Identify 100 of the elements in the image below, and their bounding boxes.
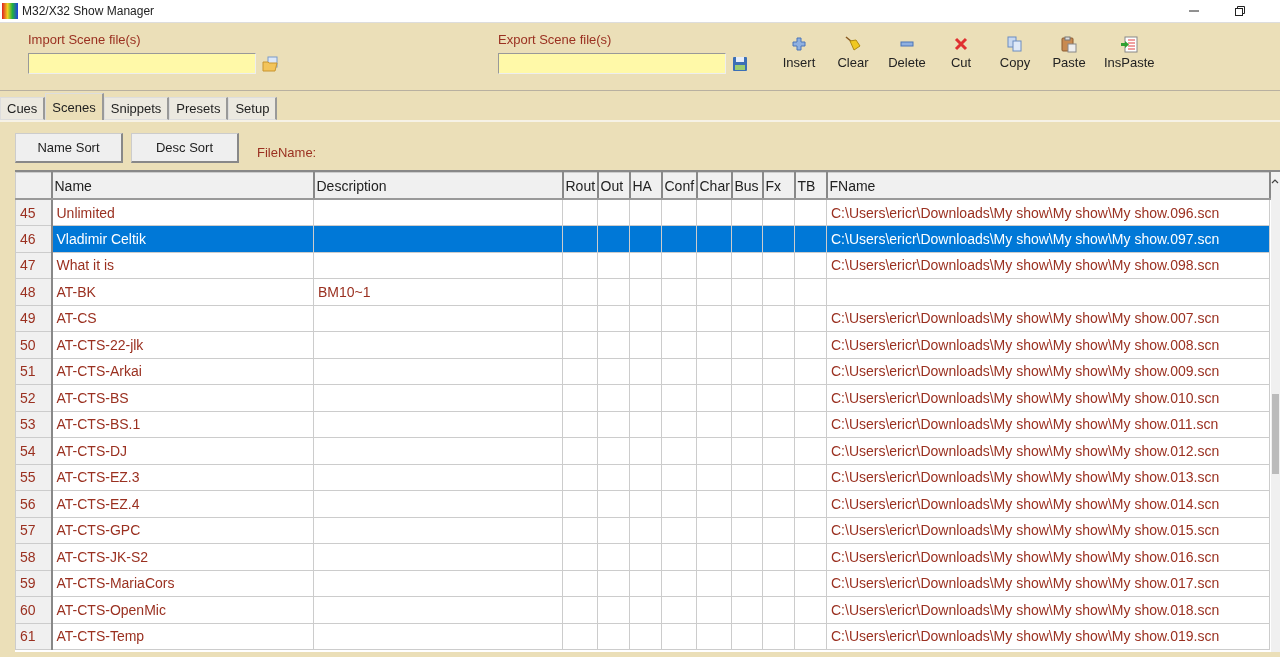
column-header[interactable]: HA — [629, 172, 662, 199]
export-field[interactable] — [498, 53, 726, 74]
table-cell: AT-BK — [51, 278, 314, 305]
table-cell: Vladimir Celtik — [51, 225, 314, 252]
row-number: 56 — [15, 490, 52, 517]
import-label: Import Scene file(s) — [28, 31, 142, 48]
table-cell: C:\Users\ericr\Downloads\My show\My show\My show.012.scn — [826, 437, 1270, 464]
table-cell: C:\Users\ericr\Downloads\My show\My show\My show.016.scn — [826, 543, 1270, 570]
table-row[interactable]: 46 Vladimir Celtik C:\Users\ericr\Downloads\My show\My show\My show.097.scn — [15, 225, 1270, 252]
table-cell: C:\Users\ericr\Downloads\My show\My show\My show.015.scn — [826, 517, 1270, 544]
table-cell: AT-CTS-DJ — [51, 437, 314, 464]
table-cell: AT-CTS-22-jlk — [51, 331, 314, 358]
table-cell: AT-CTS-EZ.3 — [51, 464, 314, 491]
row-number: 48 — [15, 278, 52, 305]
table-cell: C:\Users\ericr\Downloads\My show\My show\My show.018.scn — [826, 596, 1270, 623]
column-header[interactable]: Char — [696, 172, 732, 199]
table-row[interactable]: 45 Unlimited C:\Users\ericr\Downloads\My show\My show\My show.096.scn — [15, 199, 1270, 226]
row-number: 53 — [15, 411, 52, 438]
row-number: 47 — [15, 252, 52, 279]
tab[interactable]: Presets — [169, 97, 229, 120]
copy-icon — [1007, 36, 1023, 52]
app-icon — [2, 3, 18, 19]
broom-icon — [844, 36, 862, 52]
row-number: 46 — [15, 225, 52, 252]
table-row[interactable]: 59 AT-CTS-MariaCors C:\Users\ericr\Downloads\My show\My show\My show.017.scn — [15, 570, 1270, 597]
table-cell: C:\Users\ericr\Downloads\My show\My show\My show.009.scn — [826, 358, 1270, 385]
table-cell: C:\Users\ericr\Downloads\My show\My show\My show.097.scn — [826, 225, 1270, 252]
row-number: 59 — [15, 570, 52, 597]
row-number: 58 — [15, 543, 52, 570]
column-header[interactable]: Fx — [762, 172, 795, 199]
column-header[interactable]: FName — [826, 172, 1270, 199]
table-cell: C:\Users\ericr\Downloads\My show\My show\My show.019.scn — [826, 623, 1270, 650]
row-number: 60 — [15, 596, 52, 623]
table-cell: BM10~1 — [313, 278, 563, 305]
clear-button[interactable]: Clear — [828, 33, 878, 72]
scroll-up-icon[interactable] — [1271, 178, 1280, 184]
export-label: Export Scene file(s) — [498, 31, 613, 48]
table-cell: C:\Users\ericr\Downloads\My show\My show\My show.011.scn — [826, 411, 1270, 438]
folder-icon[interactable] — [262, 55, 280, 72]
cut-button[interactable]: Cut — [936, 33, 986, 72]
sort-button[interactable]: Name Sort — [15, 133, 123, 163]
table-row[interactable]: 58 AT-CTS-JK-S2 C:\Users\ericr\Downloads\My show\My show\My show.016.scn — [15, 543, 1270, 570]
table-cell: AT-CTS-OpenMic — [51, 596, 314, 623]
table-cell: AT-CTS-BS — [51, 384, 314, 411]
row-number: 50 — [15, 331, 52, 358]
table-row[interactable]: 57 AT-CTS-GPC C:\Users\ericr\Downloads\My show\My show\My show.015.scn — [15, 517, 1270, 544]
tab[interactable]: Setup — [228, 97, 278, 120]
table-cell: AT-CTS-BS.1 — [51, 411, 314, 438]
tab[interactable]: Cues — [0, 97, 46, 120]
column-header[interactable]: Out — [597, 172, 630, 199]
table-cell: C:\Users\ericr\Downloads\My show\My show\My show.013.scn — [826, 464, 1270, 491]
import-field[interactable] — [28, 53, 256, 74]
restore-icon[interactable] — [1234, 5, 1246, 17]
column-header[interactable]: TB — [794, 172, 827, 199]
table-cell: What it is — [51, 252, 314, 279]
tab[interactable]: Scenes — [45, 93, 104, 120]
table-row[interactable]: 50 AT-CTS-22-jlk C:\Users\ericr\Downloads\My show\My show\My show.008.scn — [15, 331, 1270, 358]
table-row[interactable]: 48 AT-BK BM10~1 — [15, 278, 1270, 305]
inspaste-button[interactable]: InsPaste — [1098, 33, 1161, 72]
table-cell: AT-CTS-MariaCors — [51, 570, 314, 597]
table-row[interactable]: 52 AT-CTS-BS C:\Users\ericr\Downloads\My show\My show\My show.010.scn — [15, 384, 1270, 411]
table-cell: AT-CTS-JK-S2 — [51, 543, 314, 570]
delete-button[interactable]: Delete — [882, 33, 932, 72]
table-row[interactable]: 53 AT-CTS-BS.1 C:\Users\ericr\Downloads\My show\My show\My show.011.scn — [15, 411, 1270, 438]
table-cell: C:\Users\ericr\Downloads\My show\My show\My show.010.scn — [826, 384, 1270, 411]
plus-icon — [792, 37, 806, 51]
row-number: 51 — [15, 358, 52, 385]
column-header[interactable]: Description — [313, 172, 563, 199]
table-row[interactable]: 56 AT-CTS-EZ.4 C:\Users\ericr\Downloads\My show\My show\My show.014.scn — [15, 490, 1270, 517]
cross-icon — [954, 37, 968, 51]
column-header[interactable]: Bus — [731, 172, 763, 199]
table-row[interactable]: 47 What it is C:\Users\ericr\Downloads\My show\My show\My show.098.scn — [15, 252, 1270, 279]
table-cell: C:\Users\ericr\Downloads\My show\My show\My show.096.scn — [826, 199, 1270, 226]
column-header[interactable]: Rout — [562, 172, 598, 199]
table-cell: C:\Users\ericr\Downloads\My show\My show\My show.098.scn — [826, 252, 1270, 279]
table-cell: Unlimited — [51, 199, 314, 226]
table-row[interactable]: 55 AT-CTS-EZ.3 C:\Users\ericr\Downloads\My show\My show\My show.013.scn — [15, 464, 1270, 491]
column-header[interactable]: Name — [51, 172, 314, 199]
paste-button[interactable]: Paste — [1044, 33, 1094, 72]
table-row[interactable]: 54 AT-CTS-DJ C:\Users\ericr\Downloads\My show\My show\My show.012.scn — [15, 437, 1270, 464]
tab[interactable]: Snippets — [103, 97, 170, 120]
header-corner — [15, 172, 52, 199]
column-header[interactable]: Conf — [661, 172, 697, 199]
window-title: M32/X32 Show Manager — [22, 4, 155, 18]
sort-button[interactable]: Desc Sort — [131, 133, 239, 163]
insert-button[interactable]: Insert — [774, 33, 824, 72]
scroll-thumb[interactable] — [1271, 394, 1279, 474]
filename-label: FileName: — [257, 144, 317, 160]
copy-button[interactable]: Copy — [990, 33, 1040, 72]
document-arrow-icon — [1120, 35, 1139, 53]
clipboard-icon — [1061, 35, 1077, 53]
table-cell: AT-CS — [51, 305, 314, 332]
table-row[interactable]: 49 AT-CS C:\Users\ericr\Downloads\My show\My show\My show.007.scn — [15, 305, 1270, 332]
table-row[interactable]: 51 AT-CTS-Arkai C:\Users\ericr\Downloads\My show\My show\My show.009.scn — [15, 358, 1270, 385]
table-cell: AT-CTS-EZ.4 — [51, 490, 314, 517]
table-row[interactable]: 60 AT-CTS-OpenMic C:\Users\ericr\Downloads\My show\My show\My show.018.scn — [15, 596, 1270, 623]
table-cell: AT-CTS-GPC — [51, 517, 314, 544]
table-cell: AT-CTS-Temp — [51, 623, 314, 650]
table-row[interactable]: 61 AT-CTS-Temp C:\Users\ericr\Downloads\My show\My show\My show.019.scn — [15, 623, 1270, 650]
row-number: 54 — [15, 437, 52, 464]
